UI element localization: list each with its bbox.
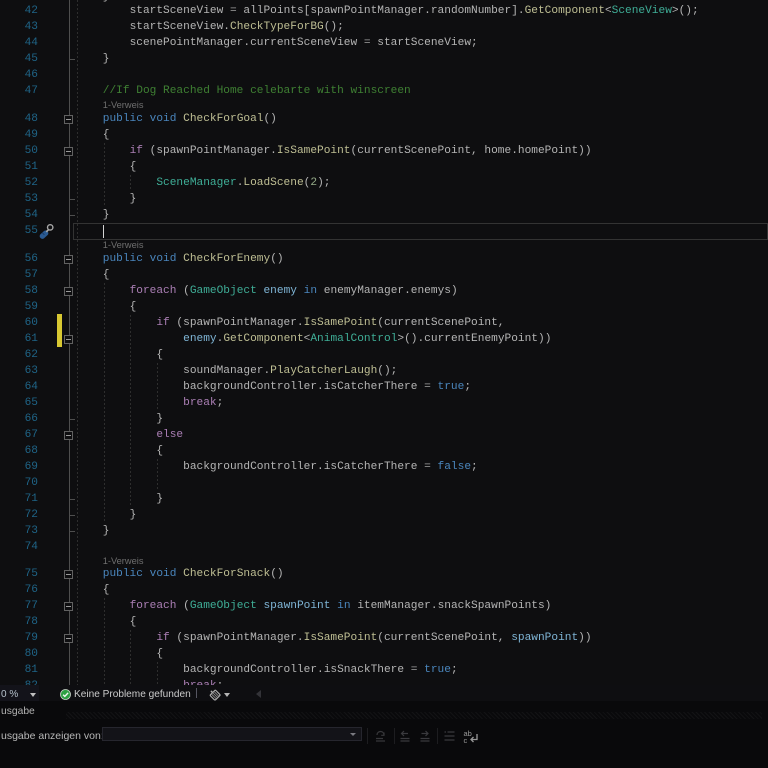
svg-text:c: c bbox=[464, 736, 468, 745]
